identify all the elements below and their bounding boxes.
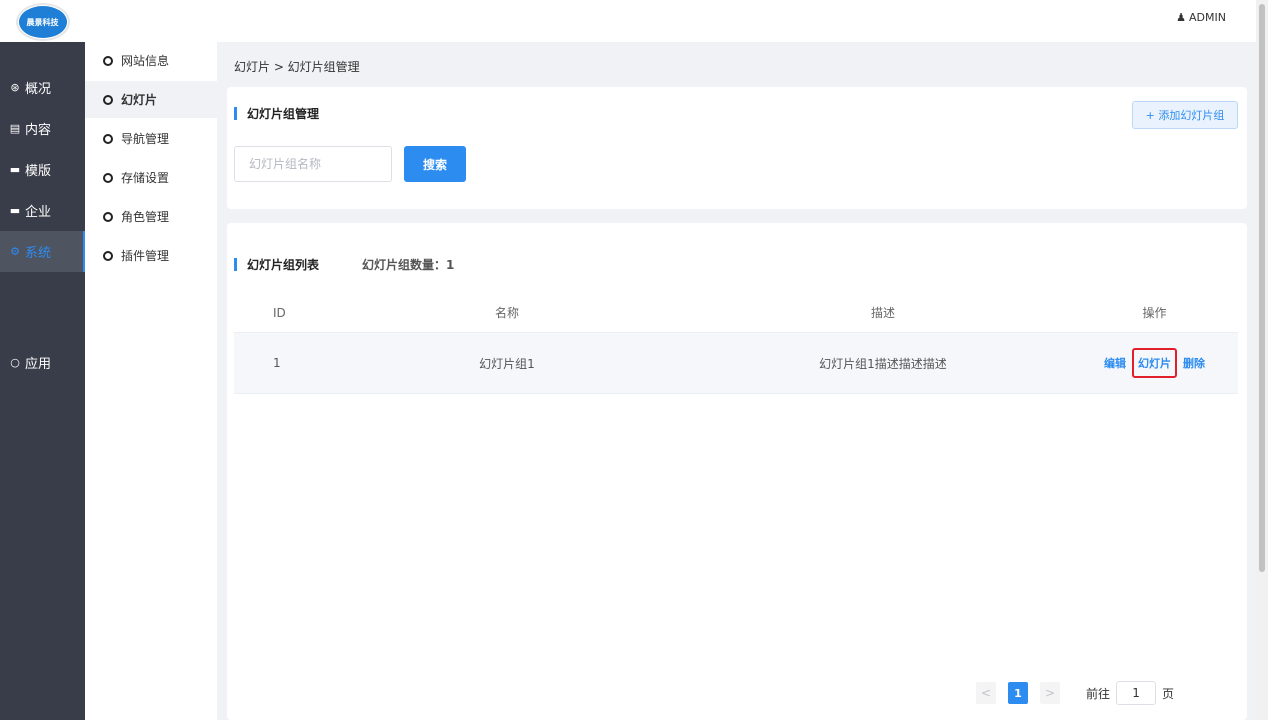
logo-text: 晨景科技	[18, 6, 67, 38]
top-header: ♟ ADMIN	[85, 0, 1256, 42]
document-icon: ▤	[9, 122, 21, 135]
add-slide-group-button[interactable]: + 添加幻灯片组	[1132, 101, 1238, 129]
submenu-item-label: 导航管理	[121, 132, 170, 146]
table-header: ID 名称 描述 操作	[234, 293, 1238, 333]
gears-icon: ⚙	[10, 245, 20, 258]
cell-id: 1	[273, 356, 281, 370]
breadcrumb: 幻灯片 > 幻灯片组管理	[234, 60, 360, 74]
sidebar-item-system[interactable]: ⚙ 系统	[0, 231, 85, 272]
submenu-item-site-info[interactable]: 网站信息	[85, 42, 217, 79]
submenu-item-navigation[interactable]: 导航管理	[85, 120, 217, 157]
page-scrollbar[interactable]	[1256, 0, 1268, 720]
archive-icon: ▬	[9, 163, 21, 176]
archive-icon: ▬	[9, 204, 21, 217]
sidebar-item-label: 应用	[25, 357, 52, 372]
submenu-item-label: 网站信息	[121, 54, 170, 68]
search-input[interactable]	[234, 146, 392, 182]
sidebar-item-template[interactable]: ▬ 模版	[0, 149, 85, 190]
main-sidebar: 晨景科技 ⊛ 概况 ▤ 内容 ▬ 模版 ▬ 企业 ⚙ 系统 ○ 应用	[0, 0, 85, 720]
user-name: ADMIN	[1189, 11, 1226, 24]
manage-card: 幻灯片组管理 + 添加幻灯片组 搜索	[227, 87, 1247, 209]
circle-icon	[103, 250, 113, 261]
sidebar-item-label: 企业	[25, 205, 52, 220]
circle-icon	[103, 211, 113, 222]
column-header-ops: 操作	[1142, 306, 1167, 320]
cell-desc: 幻灯片组1描述描述描述	[819, 356, 947, 371]
cell-name: 幻灯片组1	[479, 356, 535, 371]
column-header-name: 名称	[494, 306, 519, 320]
sidebar-item-label: 模版	[25, 164, 52, 179]
title-accent-bar	[234, 107, 237, 120]
section-title-text: 幻灯片组列表	[247, 258, 320, 272]
submenu-item-plugins[interactable]: 插件管理	[85, 237, 217, 274]
goto-page-input[interactable]	[1116, 681, 1157, 705]
circle-icon	[103, 55, 113, 66]
circle-icon	[103, 133, 113, 144]
submenu-item-slides[interactable]: 幻灯片	[85, 81, 217, 118]
logo-area: 晨景科技	[0, 0, 85, 42]
circle-icon	[103, 172, 113, 183]
edit-link[interactable]: 编辑	[1104, 355, 1126, 371]
pagination: < 1 > 前往 页	[976, 681, 1174, 705]
goto-label: 前往	[1086, 686, 1111, 701]
submenu-item-label: 角色管理	[121, 210, 170, 224]
cell-ops: 编辑 幻灯片 删除	[1071, 348, 1238, 378]
column-header-id: ID	[273, 305, 286, 320]
slide-group-table: ID 名称 描述 操作 1 幻灯片组1 幻灯片组1描述描述描述 编辑 幻灯片 删…	[234, 293, 1238, 394]
sidebar-item-overview[interactable]: ⊛ 概况	[0, 67, 85, 108]
logo[interactable]: 晨景科技	[15, 3, 70, 41]
page-suffix: 页	[1162, 686, 1175, 701]
sidebar-item-content[interactable]: ▤ 内容	[0, 108, 85, 149]
row-actions: 编辑 幻灯片 删除	[1071, 348, 1238, 378]
submenu-item-roles[interactable]: 角色管理	[85, 198, 217, 235]
submenu-item-label: 幻灯片	[121, 93, 158, 107]
user-menu[interactable]: ♟ ADMIN	[1176, 11, 1226, 24]
search-button[interactable]: 搜索	[404, 146, 466, 182]
list-card: 幻灯片组列表 幻灯片组数量：1 ID 名称 描述 操作 1 幻灯片组1 幻灯片组…	[227, 223, 1247, 720]
section-title-text: 幻灯片组管理	[247, 107, 320, 121]
user-icon: ♟	[1176, 11, 1187, 24]
submenu-item-label: 插件管理	[121, 249, 170, 263]
prev-page-button[interactable]: <	[976, 682, 996, 704]
sub-sidebar: 网站信息 幻灯片 导航管理 存储设置 角色管理 插件管理	[85, 42, 217, 720]
scrollbar-thumb[interactable]	[1259, 4, 1265, 572]
submenu-item-storage[interactable]: 存储设置	[85, 159, 217, 196]
group-count: 幻灯片组数量：1	[362, 258, 455, 272]
circle-icon: ○	[10, 356, 20, 369]
sidebar-item-label: 内容	[25, 123, 52, 138]
section-title: 幻灯片组列表	[234, 256, 319, 273]
sidebar-item-label: 系统	[25, 246, 52, 261]
sidebar-item-app[interactable]: ○ 应用	[0, 342, 85, 383]
table-row: 1 幻灯片组1 幻灯片组1描述描述描述 编辑 幻灯片 删除	[234, 333, 1238, 394]
title-accent-bar	[234, 258, 237, 271]
page-number-current[interactable]: 1	[1008, 682, 1028, 704]
sidebar-item-enterprise[interactable]: ▬ 企业	[0, 190, 85, 231]
column-header-desc: 描述	[870, 306, 895, 320]
slides-link[interactable]: 幻灯片	[1132, 348, 1177, 378]
next-page-button[interactable]: >	[1040, 682, 1060, 704]
sidebar-item-label: 概况	[25, 82, 52, 97]
submenu-item-label: 存储设置	[121, 171, 170, 185]
dashboard-icon: ⊛	[10, 81, 20, 94]
section-title: 幻灯片组管理	[234, 105, 319, 122]
circle-icon	[103, 94, 113, 105]
delete-link[interactable]: 删除	[1183, 355, 1205, 371]
